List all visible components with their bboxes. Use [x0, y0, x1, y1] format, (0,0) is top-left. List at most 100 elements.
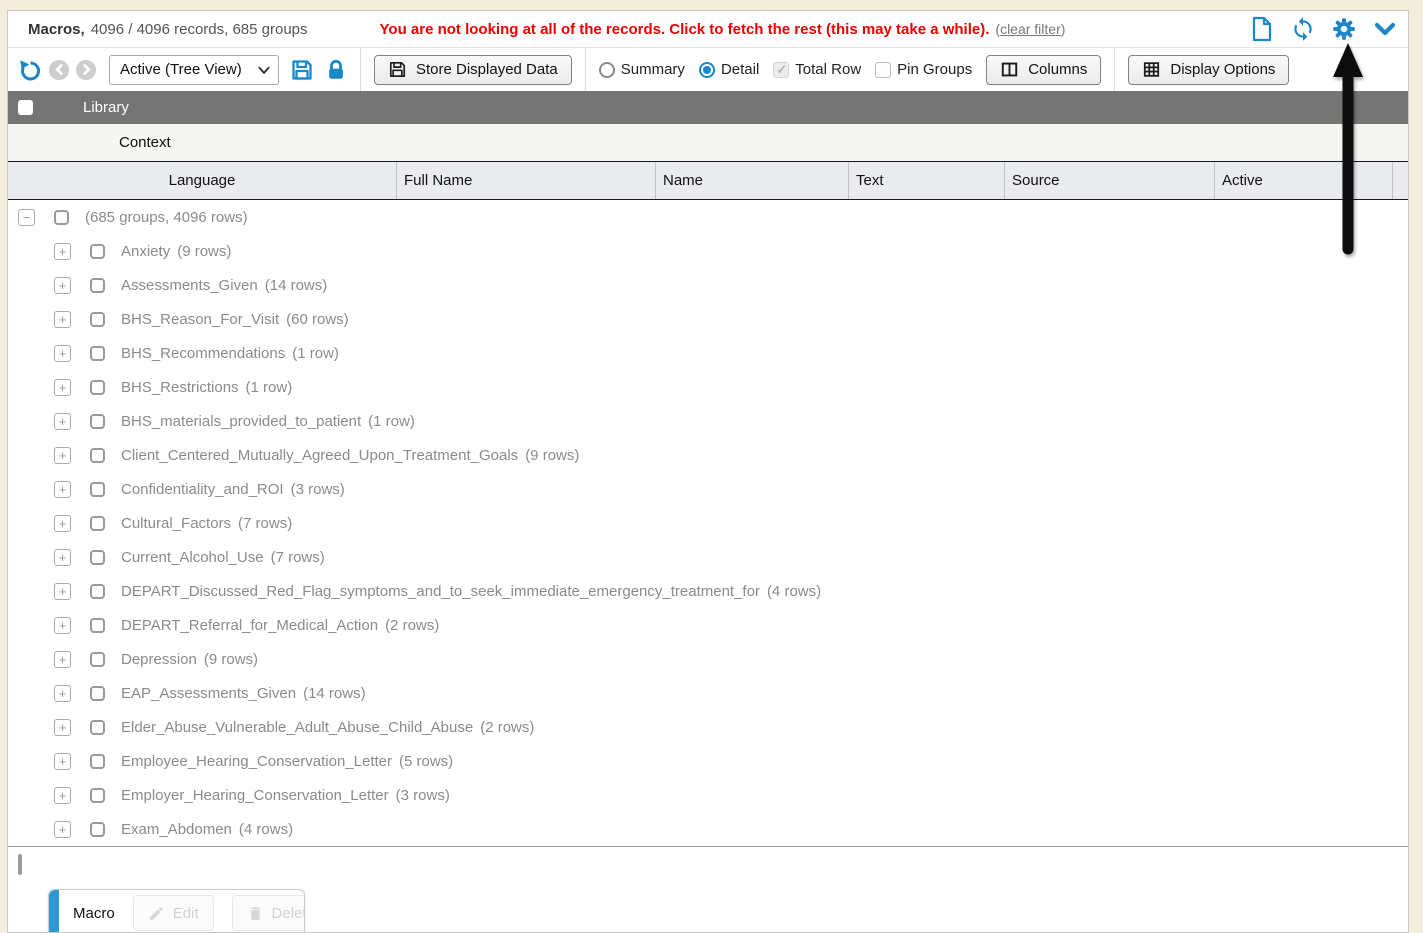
- group-name[interactable]: BHS_Reason_For_Visit: [121, 311, 279, 328]
- toolbar-divider: [1114, 48, 1115, 91]
- group-name[interactable]: EAP_Assessments_Given: [121, 685, 296, 702]
- group-name[interactable]: BHS_Restrictions: [121, 379, 239, 396]
- fetch-warning-link[interactable]: You are not looking at all of the record…: [380, 21, 990, 38]
- row-checkbox[interactable]: [90, 448, 105, 463]
- row-checkbox[interactable]: [90, 822, 105, 837]
- page-title: Macros,: [28, 21, 85, 38]
- row-checkbox[interactable]: [90, 652, 105, 667]
- column-header-text[interactable]: Text: [849, 162, 1005, 199]
- expand-icon[interactable]: +: [54, 685, 71, 702]
- new-document-icon[interactable]: [1249, 16, 1275, 42]
- clear-filter-link[interactable]: clear filter: [1000, 21, 1061, 37]
- view-select[interactable]: Active (Tree View): [109, 55, 279, 85]
- expand-icon[interactable]: +: [54, 277, 71, 294]
- row-checkbox[interactable]: [90, 686, 105, 701]
- row-checkbox[interactable]: [90, 346, 105, 361]
- group-name[interactable]: Employee_Hearing_Conservation_Letter: [121, 753, 392, 770]
- group-name[interactable]: Anxiety: [121, 243, 170, 260]
- group-name[interactable]: DEPART_Referral_for_Medical_Action: [121, 617, 378, 634]
- expand-icon[interactable]: +: [54, 447, 71, 464]
- footer-checkbox[interactable]: [18, 854, 22, 875]
- group-name[interactable]: DEPART_Discussed_Red_Flag_symptoms_and_t…: [121, 583, 760, 600]
- column-header-source[interactable]: Source: [1005, 162, 1215, 199]
- pin-groups-label[interactable]: Pin Groups: [897, 61, 972, 78]
- tree-group-row: + Cultural_Factors (7 rows): [8, 506, 1408, 540]
- tree-group-row: + BHS_Reason_For_Visit (60 rows): [8, 302, 1408, 336]
- save-view-icon[interactable]: [290, 58, 314, 82]
- row-checkbox[interactable]: [90, 278, 105, 293]
- columns-button[interactable]: Columns: [986, 55, 1101, 85]
- display-options-button[interactable]: Display Options: [1128, 55, 1289, 85]
- total-row-label[interactable]: Total Row: [795, 61, 861, 78]
- lock-icon[interactable]: [325, 58, 347, 82]
- collapse-icon[interactable]: −: [18, 209, 35, 226]
- group-name[interactable]: Current_Alcohol_Use: [121, 549, 264, 566]
- delete-button[interactable]: Delete: [232, 895, 305, 931]
- expand-icon[interactable]: +: [54, 243, 71, 260]
- column-header-full-name[interactable]: Full Name: [397, 162, 656, 199]
- group-name[interactable]: Confidentiality_and_ROI: [121, 481, 284, 498]
- group-row-count: (3 rows): [291, 481, 345, 498]
- expand-icon[interactable]: +: [54, 617, 71, 634]
- group-name[interactable]: Cultural_Factors: [121, 515, 231, 532]
- edit-button[interactable]: Edit: [133, 895, 214, 931]
- row-checkbox[interactable]: [90, 244, 105, 259]
- column-header-name[interactable]: Name: [656, 162, 849, 199]
- expand-icon[interactable]: +: [54, 583, 71, 600]
- group-name[interactable]: Assessments_Given: [121, 277, 258, 294]
- row-checkbox[interactable]: [90, 550, 105, 565]
- store-displayed-data-button[interactable]: Store Displayed Data: [374, 55, 572, 85]
- summary-radio[interactable]: [599, 62, 615, 78]
- expand-icon[interactable]: +: [54, 413, 71, 430]
- column-header-active[interactable]: Active: [1215, 162, 1393, 199]
- expand-icon[interactable]: +: [54, 481, 71, 498]
- expand-icon[interactable]: +: [54, 821, 71, 838]
- expand-icon[interactable]: +: [54, 651, 71, 668]
- group-name[interactable]: Employer_Hearing_Conservation_Letter: [121, 787, 389, 804]
- expand-icon[interactable]: +: [54, 311, 71, 328]
- macro-action-panel: Macro Edit Delete: [48, 889, 305, 933]
- row-checkbox[interactable]: [90, 380, 105, 395]
- tree-group-row: + Assessments_Given (14 rows): [8, 268, 1408, 302]
- pin-groups-checkbox[interactable]: [875, 62, 891, 78]
- row-checkbox[interactable]: [90, 788, 105, 803]
- group-name[interactable]: Depression: [121, 651, 197, 668]
- library-checkbox[interactable]: [18, 100, 33, 115]
- footer-area: Macro Edit Delete: [8, 846, 1408, 933]
- expand-icon[interactable]: +: [54, 719, 71, 736]
- undo-icon[interactable]: [18, 58, 42, 82]
- group-name[interactable]: Elder_Abuse_Vulnerable_Adult_Abuse_Child…: [121, 719, 473, 736]
- total-row-checkbox[interactable]: [773, 62, 789, 78]
- row-checkbox[interactable]: [90, 754, 105, 769]
- expand-icon[interactable]: +: [54, 515, 71, 532]
- row-checkbox[interactable]: [90, 720, 105, 735]
- group-name[interactable]: BHS_Recommendations: [121, 345, 285, 362]
- row-checkbox[interactable]: [90, 482, 105, 497]
- row-checkbox[interactable]: [54, 210, 69, 225]
- chevron-down-icon[interactable]: [1372, 16, 1398, 42]
- row-checkbox[interactable]: [90, 516, 105, 531]
- gear-icon[interactable]: [1331, 16, 1357, 42]
- expand-icon[interactable]: +: [54, 753, 71, 770]
- group-row-count: (3 rows): [396, 787, 450, 804]
- expand-icon[interactable]: +: [54, 787, 71, 804]
- detail-radio[interactable]: [699, 62, 715, 78]
- summary-label[interactable]: Summary: [621, 61, 685, 78]
- group-name[interactable]: Client_Centered_Mutually_Agreed_Upon_Tre…: [121, 447, 518, 464]
- expand-icon[interactable]: +: [54, 379, 71, 396]
- refresh-icon[interactable]: [1290, 16, 1316, 42]
- row-checkbox[interactable]: [90, 414, 105, 429]
- group-name[interactable]: BHS_materials_provided_to_patient: [121, 413, 361, 430]
- expand-icon[interactable]: +: [54, 345, 71, 362]
- detail-label[interactable]: Detail: [721, 61, 759, 78]
- group-name[interactable]: Exam_Abdomen: [121, 821, 232, 838]
- column-header-language[interactable]: Language: [8, 162, 397, 199]
- row-checkbox[interactable]: [90, 618, 105, 633]
- group-row-count: (1 row): [292, 345, 339, 362]
- row-checkbox[interactable]: [90, 584, 105, 599]
- row-checkbox[interactable]: [90, 312, 105, 327]
- back-icon[interactable]: [49, 60, 69, 80]
- forward-icon[interactable]: [76, 60, 96, 80]
- expand-icon[interactable]: +: [54, 549, 71, 566]
- main-panel: Macros, 4096 / 4096 records, 685 groups …: [7, 10, 1409, 933]
